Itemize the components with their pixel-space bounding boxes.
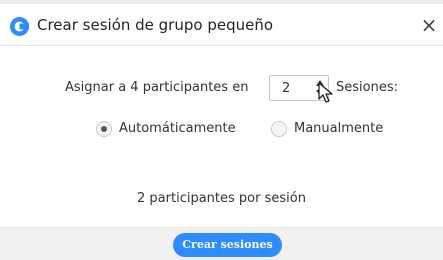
create-sessions-button[interactable]: Crear sesiones xyxy=(173,233,282,257)
sessions-suffix-label: Sesiones: xyxy=(336,80,398,95)
manual-radio[interactable] xyxy=(271,121,287,137)
sessions-count-value[interactable]: 2 xyxy=(282,81,290,96)
zoom-logo-icon xyxy=(10,17,29,36)
manual-radio-label[interactable]: Manualmente xyxy=(294,121,383,136)
participants-per-session-text: 2 participantes por sesión xyxy=(137,191,306,206)
dialog-title: Crear sesión de grupo pequeño xyxy=(37,16,274,34)
assign-row: Asignar a 4 participantes en 2 Sesiones: xyxy=(0,74,443,104)
close-icon[interactable]: × xyxy=(419,14,439,36)
breakout-session-dialog: Crear sesión de grupo pequeño × Asignar … xyxy=(0,0,443,260)
assign-prefix-label: Asignar a 4 participantes en xyxy=(65,80,249,95)
automatic-radio-label[interactable]: Automáticamente xyxy=(119,121,236,136)
assignment-mode-group: Automáticamente Manualmente xyxy=(0,118,443,142)
mouse-cursor-icon xyxy=(318,82,333,103)
dialog-footer: Crear sesiones xyxy=(0,227,443,260)
automatic-radio[interactable] xyxy=(96,121,112,137)
title-bar: Crear sesión de grupo pequeño × xyxy=(0,4,443,46)
